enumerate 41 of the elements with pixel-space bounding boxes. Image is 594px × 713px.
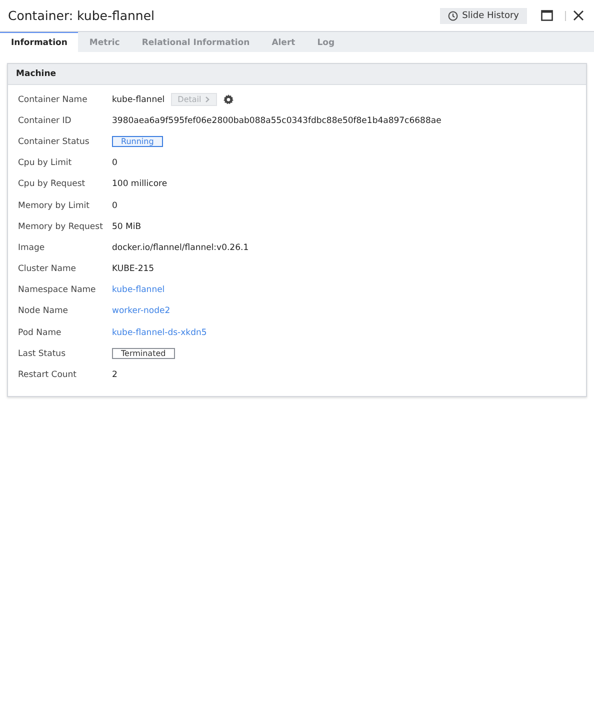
field-value: 3980aea6a9f595fef06e2800bab088a55c0343fdbc88e50f8e1b4a897c6688ae — [112, 116, 442, 126]
field-label: Memory by Request — [17, 222, 104, 232]
status-badge: Running — [112, 136, 163, 148]
field-label: Image — [17, 242, 46, 253]
panel-title: Machine — [16, 69, 56, 79]
window-title: Container: kube-flannel — [8, 8, 156, 23]
clock-icon — [448, 10, 458, 20]
field-value: 2 — [112, 370, 118, 380]
field-value: 50 MiB — [112, 222, 142, 232]
gear-icon[interactable] — [223, 94, 234, 106]
tab[interactable]: Information — [0, 32, 78, 52]
field-label: Last Status — [17, 348, 66, 359]
field-label: Pod Name — [17, 328, 62, 338]
field-value: 100 millicore — [112, 179, 168, 190]
field-label: Namespace Name — [17, 285, 97, 296]
field-label: Container Name — [17, 94, 88, 105]
field-link[interactable]: worker-node2 — [112, 306, 170, 316]
field-label: Cpu by Limit — [17, 158, 73, 168]
field-label: Container ID — [17, 116, 72, 126]
field-label: Cpu by Request — [17, 179, 86, 190]
maximize-icon[interactable] — [541, 10, 553, 21]
field-value: KUBE-215 — [112, 264, 154, 274]
field-label: Container Status — [17, 136, 90, 147]
status-badge: Terminated — [112, 348, 175, 360]
tab[interactable]: Relational Information — [130, 32, 261, 52]
tab[interactable]: Log — [306, 32, 346, 52]
field-value: kube-flannel — [112, 94, 165, 105]
field-label: Cluster Name — [17, 264, 77, 274]
close-icon[interactable] — [573, 10, 584, 21]
slide-history-button[interactable]: Slide History — [440, 8, 527, 24]
chevron-icon — [205, 96, 210, 104]
field-value: 0 — [112, 158, 118, 168]
field-link[interactable]: kube-flannel — [112, 285, 165, 296]
field-link[interactable]: kube-flannel-ds-xkdn5 — [112, 328, 207, 338]
field-value: docker.io/flannel/flannel:v0.26.1 — [112, 242, 249, 253]
tab[interactable]: Alert — [260, 32, 306, 52]
tab[interactable]: Metric — [78, 32, 131, 52]
field-label: Restart Count — [17, 370, 78, 380]
field-label: Node Name — [17, 306, 69, 316]
field-label: Memory by Limit — [17, 200, 90, 211]
field-value: 0 — [112, 200, 118, 211]
